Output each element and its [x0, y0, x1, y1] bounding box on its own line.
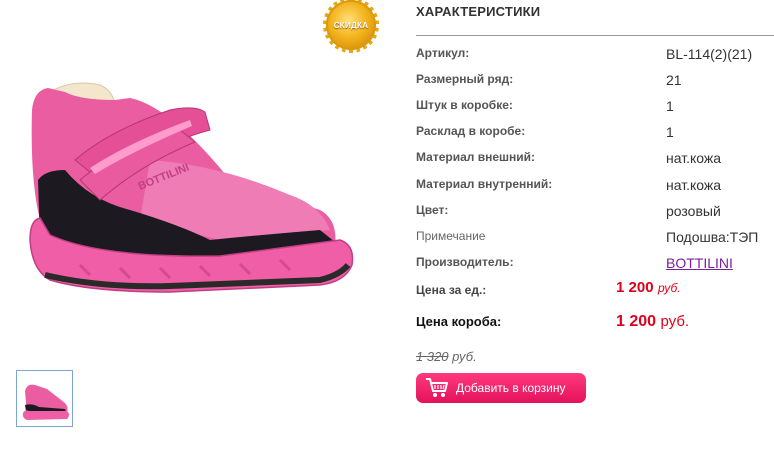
spec-label: Штук в коробке: — [416, 98, 513, 112]
add-to-cart-label: Добавить в корзину — [456, 381, 566, 395]
product-image[interactable]: BOTTILINI — [20, 70, 360, 310]
manufacturer-link[interactable]: BOTTILINI — [666, 255, 733, 271]
box-price-label: Цена короба: — [416, 314, 502, 329]
spec-label: Расклад в коробе: — [416, 124, 526, 138]
spec-row-manufacturer: Производитель: BOTTILINI — [416, 255, 774, 275]
spec-row-color: Цвет: розовый — [416, 203, 774, 223]
box-price-currency: руб. — [660, 313, 690, 330]
unit-price: Цена за ед.: 1 200 руб. — [416, 279, 681, 299]
spec-row-layout: Расклад в коробе: 1 — [416, 124, 774, 144]
divider — [416, 35, 774, 36]
spec-row-article: Артикул: BL-114(2)(21) — [416, 46, 774, 66]
old-price: 1 320 руб. — [416, 349, 477, 364]
spec-label: Примечание — [416, 229, 486, 243]
specs-title: ХАРАКТЕРИСТИКИ — [416, 4, 541, 19]
discount-badge-label: СКИДКА — [333, 20, 369, 30]
spec-label: Артикул: — [416, 46, 470, 60]
spec-label: Производитель: — [416, 255, 514, 269]
old-price-currency: руб. — [452, 349, 477, 364]
old-price-value: 1 320 — [416, 349, 449, 364]
spec-value: нат.кожа — [666, 177, 722, 193]
spec-label: Материал внутренний: — [416, 177, 553, 191]
box-price: Цена короба: 1 200 руб. — [416, 313, 689, 331]
spec-label: Цвет: — [416, 203, 449, 217]
spec-row-pieces: Штук в коробке: 1 — [416, 98, 774, 118]
spec-value: Подошва:ТЭП — [666, 229, 759, 245]
spec-label: Размерный ряд: — [416, 72, 514, 86]
spec-value: нат.кожа — [666, 150, 722, 166]
spec-row-outer-material: Материал внешний: нат.кожа — [416, 150, 774, 170]
unit-price-label: Цена за ед.: — [416, 283, 487, 297]
spec-value: 1 — [666, 124, 674, 140]
spec-row-note: Примечание Подошва:ТЭП — [416, 229, 774, 249]
unit-price-value: 1 200 — [616, 279, 654, 296]
product-thumbnail[interactable] — [16, 370, 73, 427]
cart-icon — [426, 378, 448, 397]
spec-value: BL-114(2)(21) — [666, 46, 753, 62]
add-to-cart-button[interactable]: Добавить в корзину — [416, 373, 586, 403]
discount-badge: СКИДКА — [323, 0, 379, 53]
spec-row-inner-material: Материал внутренний: нат.кожа — [416, 177, 774, 197]
box-price-value: 1 200 — [616, 313, 657, 330]
spec-value: 1 — [666, 98, 674, 114]
spec-label: Материал внешний: — [416, 150, 536, 164]
unit-price-currency: руб. — [658, 281, 681, 295]
spec-value: 21 — [666, 72, 682, 88]
spec-row-size: Размерный ряд: 21 — [416, 72, 774, 92]
product-image-area: СКИДКА BOTTILINI — [0, 0, 400, 454]
spec-value: розовый — [666, 203, 721, 219]
